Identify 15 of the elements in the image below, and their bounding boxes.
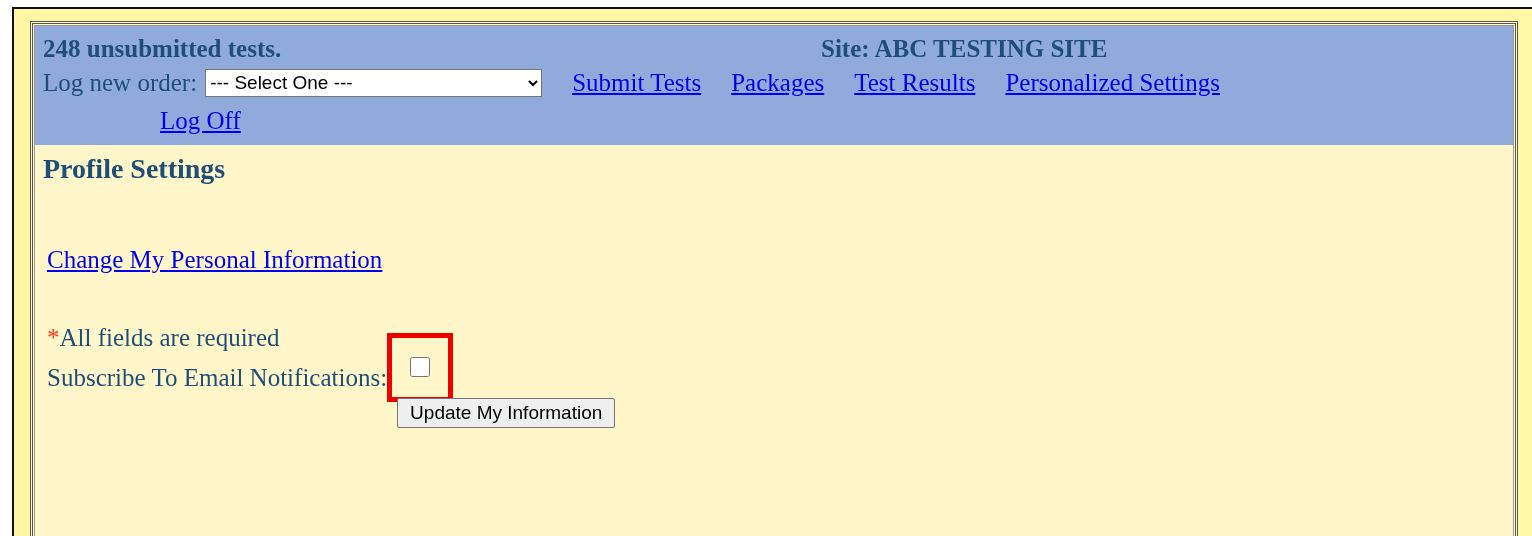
nav-link[interactable]: Personalized Settings (1005, 68, 1220, 96)
order-select[interactable]: --- Select One --- (205, 68, 543, 97)
subscribe-label: Subscribe To Email Notifications: (47, 362, 388, 393)
nav-link[interactable]: Log Off (160, 106, 241, 134)
page-title: Profile Settings (43, 152, 227, 187)
subscribe-checkbox[interactable] (410, 357, 431, 378)
site-name: Site: ABC TESTING SITE (821, 34, 1108, 64)
order-label: Log new order: (43, 67, 198, 98)
unsubmitted-count: 248 unsubmitted tests. (43, 34, 283, 64)
nav-link[interactable]: Submit Tests (572, 68, 702, 96)
update-button[interactable]: Update My Information (397, 397, 616, 428)
nav-link[interactable]: Test Results (854, 68, 976, 96)
nav-link[interactable]: Packages (731, 68, 825, 96)
required-note: *All fields are required (47, 323, 281, 354)
personal-info-link[interactable]: Change My Personal Information (47, 243, 383, 277)
